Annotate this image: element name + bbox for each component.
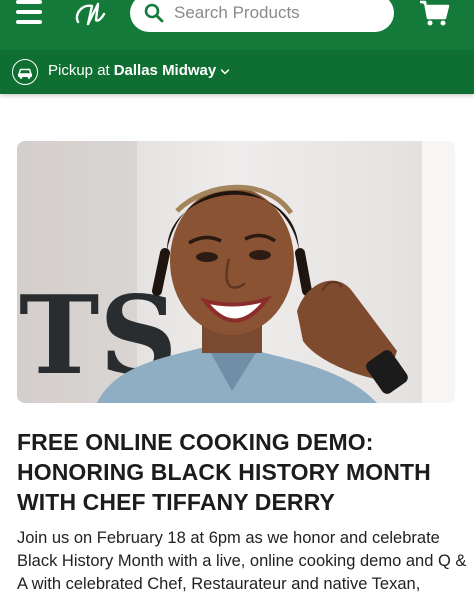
chevron-down-icon	[220, 63, 230, 80]
article-body: Join us on February 18 at 6pm as we hono…	[17, 529, 467, 593]
search-bar[interactable]	[130, 0, 394, 32]
article-title-line-2: HONORING BLACK HISTORY MONTH	[17, 459, 431, 485]
hamburger-menu-icon-bar	[16, 20, 42, 24]
article-title: FREE ONLINE COOKING DEMO: HONORING BLACK…	[17, 427, 462, 517]
article-title-line-3: WITH CHEF TIFFANY DERRY	[17, 489, 335, 515]
top-app-bar	[0, 0, 474, 50]
car-pickup-icon	[12, 59, 38, 85]
pickup-store-selector[interactable]: Pickup at Dallas Midway	[0, 50, 474, 94]
shopping-cart-icon	[420, 0, 450, 26]
article-hero-image: TS	[17, 141, 455, 403]
shopping-cart-button[interactable]	[418, 0, 452, 28]
pickup-store-name: Dallas Midway	[113, 62, 217, 79]
pickup-location[interactable]: Pickup at Dallas Midway	[48, 62, 230, 80]
hamburger-menu-icon-bar	[16, 10, 42, 14]
pickup-label: Pickup at	[48, 62, 110, 79]
search-icon[interactable]	[144, 3, 164, 23]
article-title-line-1: FREE ONLINE COOKING DEMO:	[17, 429, 374, 455]
central-market-logo-icon[interactable]	[70, 0, 110, 32]
menu-button[interactable]	[12, 0, 52, 30]
search-input[interactable]	[172, 0, 386, 28]
hamburger-menu-icon	[16, 0, 42, 4]
